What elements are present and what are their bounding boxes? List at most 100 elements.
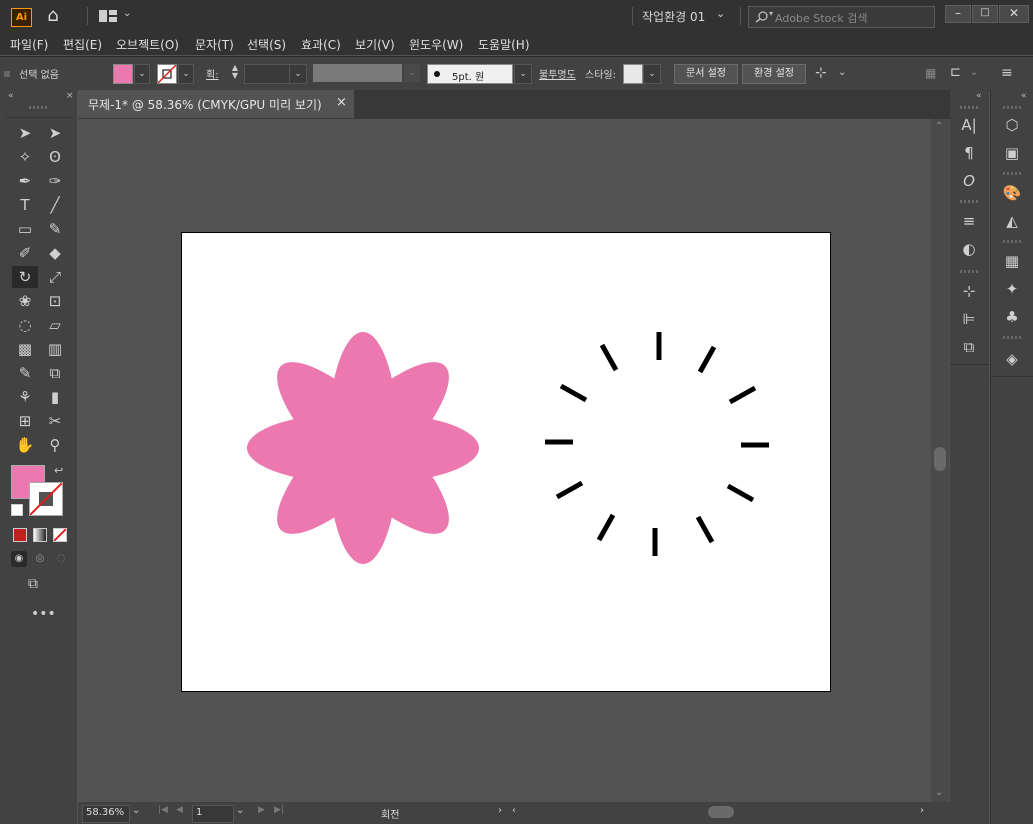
- symbol-sprayer-icon[interactable]: ⚘: [14, 386, 36, 408]
- next-artboard-icon[interactable]: ▶: [258, 805, 265, 815]
- horizontal-scroll-left-icon[interactable]: ‹: [512, 805, 516, 816]
- draw-behind-icon[interactable]: ◎: [32, 551, 48, 567]
- layers-panel-icon[interactable]: ◈: [1001, 348, 1023, 370]
- color-guide-panel-icon[interactable]: ◭: [1001, 210, 1023, 232]
- fill-dropdown[interactable]: ⌄: [134, 64, 150, 84]
- style-swatch[interactable]: [623, 64, 643, 84]
- none-mode-button[interactable]: [53, 528, 67, 542]
- previous-artboard-icon[interactable]: ◀: [176, 805, 183, 815]
- grip[interactable]: [29, 106, 47, 109]
- artboard-tool-icon[interactable]: ⊞: [14, 410, 36, 432]
- color-mode-button[interactable]: [13, 528, 27, 542]
- stroke-weight-stepper[interactable]: ▲ ▼: [228, 64, 242, 82]
- chevron-down-icon[interactable]: ⌄: [123, 8, 131, 19]
- stroke-swatch[interactable]: [157, 64, 177, 84]
- mesh-tool-icon[interactable]: ▩: [14, 338, 36, 360]
- collapse-icon[interactable]: «: [8, 91, 14, 101]
- gradient-tool-icon[interactable]: ▥: [44, 338, 66, 360]
- rotate-tool-icon[interactable]: ↻: [12, 266, 38, 288]
- scroll-thumb[interactable]: [934, 447, 946, 471]
- gradient-mode-button[interactable]: [33, 528, 47, 542]
- collapse-icon[interactable]: ×: [66, 91, 74, 101]
- menu-view[interactable]: 보기(V): [355, 36, 395, 53]
- screen-mode-icon[interactable]: ⧉: [28, 576, 38, 592]
- vertical-scrollbar[interactable]: ⌃ ⌄: [931, 119, 949, 802]
- first-artboard-icon[interactable]: |◀: [158, 805, 168, 815]
- eraser-icon[interactable]: ◆: [44, 242, 66, 264]
- slice-tool-icon[interactable]: ✂: [44, 410, 66, 432]
- grip[interactable]: [960, 270, 978, 273]
- paragraph-panel-icon[interactable]: ¶: [958, 142, 980, 164]
- home-icon[interactable]: ⌂: [42, 6, 64, 26]
- paintbrush-icon[interactable]: ✎: [44, 218, 66, 240]
- workspace-switcher[interactable]: 작업환경 01 ⌄: [642, 7, 732, 24]
- scroll-up-icon[interactable]: ⌃: [935, 121, 943, 132]
- transform-panel-icon[interactable]: ⊹: [958, 280, 980, 302]
- preferences-button[interactable]: 환경 설정: [742, 64, 806, 84]
- scroll-down-icon[interactable]: ⌄: [935, 787, 943, 798]
- curvature-tool-icon[interactable]: ✑: [44, 170, 66, 192]
- chevron-down-icon[interactable]: ⌄: [838, 64, 846, 82]
- stroke-dropdown[interactable]: ⌄: [178, 64, 194, 84]
- symbols-panel-icon[interactable]: ♣: [1001, 306, 1023, 328]
- draw-inside-icon[interactable]: ◌: [53, 551, 69, 567]
- style-dropdown[interactable]: ⌄: [643, 64, 661, 84]
- stock-search-field[interactable]: ▾ Adobe Stock 검색: [748, 6, 935, 28]
- default-colors-icon[interactable]: [11, 504, 23, 516]
- zoom-field[interactable]: 58.36%: [82, 805, 130, 823]
- artboard-dropdown[interactable]: ⌄: [236, 805, 244, 816]
- type-tool-icon[interactable]: T: [14, 194, 36, 216]
- collapse-icon[interactable]: «: [976, 91, 982, 101]
- variable-width-profile[interactable]: [313, 64, 402, 82]
- menu-window[interactable]: 윈도우(W): [409, 36, 463, 53]
- selection-tool-icon[interactable]: ➤: [14, 122, 36, 144]
- close-icon[interactable]: ×: [336, 95, 347, 110]
- document-setup-button[interactable]: 문서 설정: [674, 64, 738, 84]
- chevron-down-icon[interactable]: ⌄: [970, 64, 978, 82]
- menu-type[interactable]: 문자(T): [195, 36, 234, 53]
- color-panel-icon[interactable]: 🎨: [1001, 182, 1023, 204]
- minimize-button[interactable]: –: [945, 5, 971, 23]
- line-tool-icon[interactable]: ╱: [44, 194, 66, 216]
- direct-selection-tool-icon[interactable]: ➤: [44, 122, 66, 144]
- grip[interactable]: [1003, 172, 1021, 175]
- menu-help[interactable]: 도움말(H): [478, 36, 530, 53]
- artboard[interactable]: [181, 232, 831, 692]
- swap-colors-icon[interactable]: ↩: [54, 464, 63, 477]
- properties-panel-icon[interactable]: ▣: [1001, 142, 1023, 164]
- canvas[interactable]: [78, 119, 931, 802]
- align-icon[interactable]: ⊹: [815, 64, 835, 82]
- opacity-label[interactable]: 불투명도: [539, 66, 576, 81]
- grip[interactable]: [4, 71, 10, 77]
- close-window-button[interactable]: ✕: [999, 5, 1029, 23]
- brushes-panel-icon[interactable]: ✦: [1001, 278, 1023, 300]
- column-graph-icon[interactable]: ▮: [44, 386, 66, 408]
- last-artboard-icon[interactable]: ▶|: [274, 805, 284, 815]
- opentype-panel-icon[interactable]: O: [958, 170, 980, 192]
- link-icon[interactable]: ⊏: [950, 64, 970, 82]
- shaper-tool-icon[interactable]: ✐: [14, 242, 36, 264]
- perspective-grid-icon[interactable]: ▱: [44, 314, 66, 336]
- stroke-panel-icon[interactable]: ≡: [958, 210, 980, 232]
- fill-swatch[interactable]: [113, 64, 133, 84]
- menu-object[interactable]: 오브젝트(O): [116, 36, 179, 53]
- menu-select[interactable]: 선택(S): [247, 36, 286, 53]
- profile-dropdown[interactable]: ⌄: [404, 64, 420, 82]
- stroke-weight-dropdown[interactable]: ⌄: [289, 64, 307, 84]
- align-panel-icon[interactable]: ⊫: [958, 308, 980, 330]
- grip[interactable]: [1003, 240, 1021, 243]
- grip[interactable]: [1003, 336, 1021, 339]
- scale-tool-icon[interactable]: ⤢: [44, 266, 66, 288]
- free-transform-icon[interactable]: ⊡: [44, 290, 66, 312]
- brush-dropdown[interactable]: ⌄: [514, 64, 532, 84]
- status-menu-icon[interactable]: ›: [498, 805, 502, 816]
- zoom-tool-icon[interactable]: ⚲: [44, 434, 66, 456]
- eyedropper-icon[interactable]: ✎: [14, 362, 36, 384]
- character-panel-icon[interactable]: A|: [958, 114, 980, 136]
- menu-icon[interactable]: ≡: [1001, 65, 1013, 81]
- stroke-weight-input[interactable]: [244, 64, 290, 84]
- swatches-panel-icon[interactable]: ▦: [1001, 250, 1023, 272]
- artboard-field[interactable]: 1: [192, 805, 234, 823]
- grip[interactable]: [960, 106, 978, 109]
- menu-file[interactable]: 파일(F): [10, 36, 48, 53]
